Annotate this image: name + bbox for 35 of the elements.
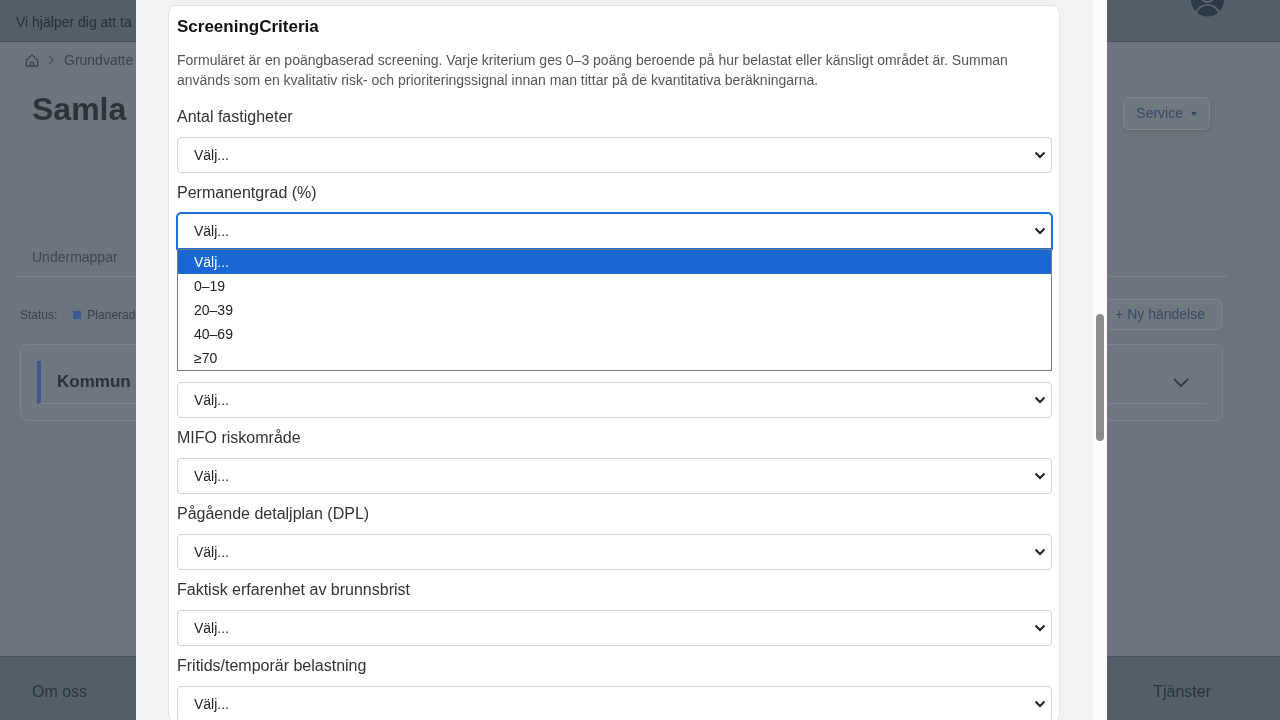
chevron-down-icon[interactable] [1173, 377, 1189, 387]
scrollbar-thumb[interactable] [1096, 314, 1104, 441]
chevron-down-icon [1034, 472, 1046, 480]
select-field[interactable]: Välj... [177, 458, 1052, 494]
chevron-down-icon [1034, 624, 1046, 632]
dropdown-option[interactable]: 20–39 [178, 298, 1051, 322]
modal-title: ScreeningCriteria [177, 16, 320, 38]
chevron-down-icon [1034, 548, 1046, 556]
dropdown-option[interactable]: 40–69 [178, 322, 1051, 346]
select-field[interactable]: Välj... [177, 382, 1052, 418]
page-title: Samla [32, 90, 127, 128]
chevron-down-icon [1034, 700, 1046, 708]
select-field[interactable]: Välj... [177, 137, 1052, 173]
field-label: Pågående detaljplan (DPL) [177, 504, 371, 524]
field-label: Faktisk erfarenhet av brunnsbrist [177, 580, 411, 600]
chevron-down-icon [1034, 151, 1046, 159]
dropdown-option[interactable]: 0–19 [178, 274, 1051, 298]
chevron-down-icon [1034, 396, 1046, 404]
field-label: MIFO riskområde [177, 428, 302, 448]
select-field[interactable]: Välj... [177, 534, 1052, 570]
field-label: Fritids/temporär belastning [177, 656, 368, 676]
description-text: Formuläret är en poängbaserad screening. Varje kriterium ges 0–3 poäng beroende på hur belastat eller känsligt området är. Summan används som en kvalitativ risk- och prioriteringssignal innan man tittar på de kvantitativa beräkningarna. [177, 51, 1009, 90]
dropdown-option[interactable]: ≥70 [178, 346, 1051, 370]
chevron-right-icon [48, 55, 54, 65]
field-label: Permanentgrad (%) [177, 183, 318, 203]
select-field[interactable]: Välj... [177, 610, 1052, 646]
chevron-down-icon [1034, 227, 1046, 235]
caret-icon [1191, 111, 1197, 116]
field-label: Antal fastigheter [177, 107, 294, 127]
dropdown-option[interactable]: Välj... [178, 250, 1051, 274]
select-field[interactable]: Välj... [177, 213, 1052, 249]
avatar-icon[interactable] [1190, 0, 1225, 17]
home-icon[interactable] [25, 52, 39, 68]
card-title: Kommun [57, 371, 131, 394]
select-field[interactable]: Välj... [177, 686, 1052, 720]
